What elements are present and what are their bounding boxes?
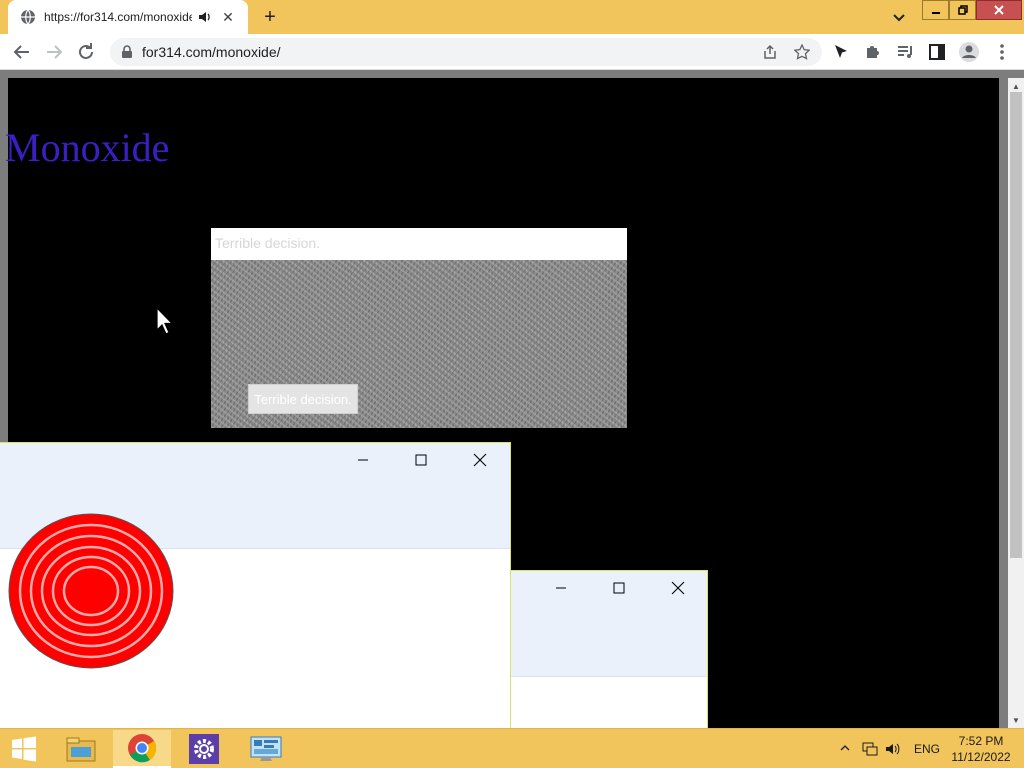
taskbar-clock[interactable]: 7:52 PM 11/12/2022: [946, 733, 1016, 765]
popup-minimize-button[interactable]: [545, 577, 577, 599]
popup-window-small[interactable]: [510, 570, 708, 732]
chevron-down-icon[interactable]: [888, 6, 910, 28]
back-icon[interactable]: [10, 40, 34, 64]
windows-taskbar: ENG 7:52 PM 11/12/2022: [0, 728, 1024, 768]
taskbar-file-explorer[interactable]: [52, 730, 110, 768]
menu-kebab-icon[interactable]: [990, 40, 1014, 64]
window-close-button[interactable]: [976, 0, 1022, 20]
minimize-icon: [931, 12, 940, 14]
media-control-icon[interactable]: [893, 40, 917, 64]
popup-titlebar[interactable]: [511, 571, 707, 677]
address-url: for314.com/monoxide/: [142, 44, 281, 60]
scrollbar-thumb[interactable]: [1010, 92, 1022, 558]
scroll-up-arrow-icon[interactable]: ▲: [1012, 82, 1020, 91]
window-minimize-button[interactable]: [922, 0, 949, 20]
taskbar-chrome[interactable]: [113, 730, 171, 768]
globe-icon: [21, 9, 35, 25]
browser-tab-strip: https://for314.com/monoxide/ ✕ +: [0, 0, 1024, 34]
close-icon: [671, 581, 685, 595]
language-indicator[interactable]: ENG: [914, 729, 940, 768]
bookmark-star-icon[interactable]: [794, 44, 810, 60]
page-scrollbar[interactable]: ▲ ▼: [1008, 78, 1024, 728]
clock-time: 7:52 PM: [958, 734, 1004, 748]
dialog-titlebar: Terrible decision.: [211, 228, 627, 260]
speaker-icon[interactable]: [198, 10, 212, 24]
restore-icon: [957, 5, 968, 15]
popup-close-button[interactable]: [464, 449, 496, 471]
page-title: Monoxide: [5, 125, 170, 170]
lock-icon[interactable]: [120, 45, 134, 59]
file-explorer-icon: [66, 737, 96, 762]
red-concentric-target-icon: [8, 513, 174, 669]
close-icon: [994, 5, 1004, 15]
settings-icon: [189, 734, 219, 764]
new-tab-button[interactable]: +: [258, 5, 282, 29]
browser-tab[interactable]: https://for314.com/monoxide/ ✕: [8, 0, 248, 34]
popup-window-target[interactable]: [0, 442, 511, 732]
glitched-dialog: Terrible decision. Terrible decision.: [211, 228, 627, 428]
side-panel-icon[interactable]: [925, 40, 949, 64]
tray-overflow-chevron-icon[interactable]: [840, 743, 850, 753]
minimize-icon: [358, 459, 368, 461]
address-bar[interactable]: for314.com/monoxide/: [110, 38, 822, 66]
taskbar-control-panel[interactable]: [237, 730, 295, 768]
browser-toolbar: for314.com/monoxide/: [0, 34, 1024, 70]
dialog-button[interactable]: Terrible decision.: [248, 384, 358, 414]
forward-icon[interactable]: [42, 40, 66, 64]
windows-start-icon: [12, 736, 36, 762]
dialog-title: Terrible decision.: [215, 235, 321, 251]
scroll-down-arrow-icon[interactable]: ▼: [1012, 716, 1020, 725]
network-icon[interactable]: [862, 741, 878, 757]
window-restore-button[interactable]: [949, 0, 976, 20]
minimize-icon: [556, 587, 566, 589]
desktop-screen: https://for314.com/monoxide/ ✕ + for314.…: [0, 0, 1024, 768]
extensions-puzzle-icon[interactable]: [861, 40, 885, 64]
taskbar-settings[interactable]: [175, 730, 233, 768]
start-button[interactable]: [0, 730, 48, 768]
popup-maximize-button[interactable]: [603, 577, 635, 599]
control-panel-icon: [250, 736, 282, 761]
share-icon[interactable]: [762, 44, 778, 60]
close-icon: [473, 453, 487, 467]
volume-icon[interactable]: [885, 741, 901, 757]
popup-minimize-button[interactable]: [347, 449, 379, 471]
popup-close-button[interactable]: [662, 577, 694, 599]
maximize-icon: [415, 454, 427, 466]
tab-title: https://for314.com/monoxide/: [44, 10, 192, 24]
maximize-icon: [613, 582, 625, 594]
tab-close-icon[interactable]: ✕: [220, 9, 236, 25]
profile-avatar-icon[interactable]: [957, 40, 981, 64]
popup-maximize-button[interactable]: [405, 449, 437, 471]
clock-date: 11/12/2022: [951, 750, 1011, 764]
cursor-extension-icon[interactable]: [829, 40, 853, 64]
mouse-pointer-icon: [156, 307, 174, 335]
chrome-icon: [128, 734, 157, 763]
reload-icon[interactable]: [74, 40, 98, 64]
